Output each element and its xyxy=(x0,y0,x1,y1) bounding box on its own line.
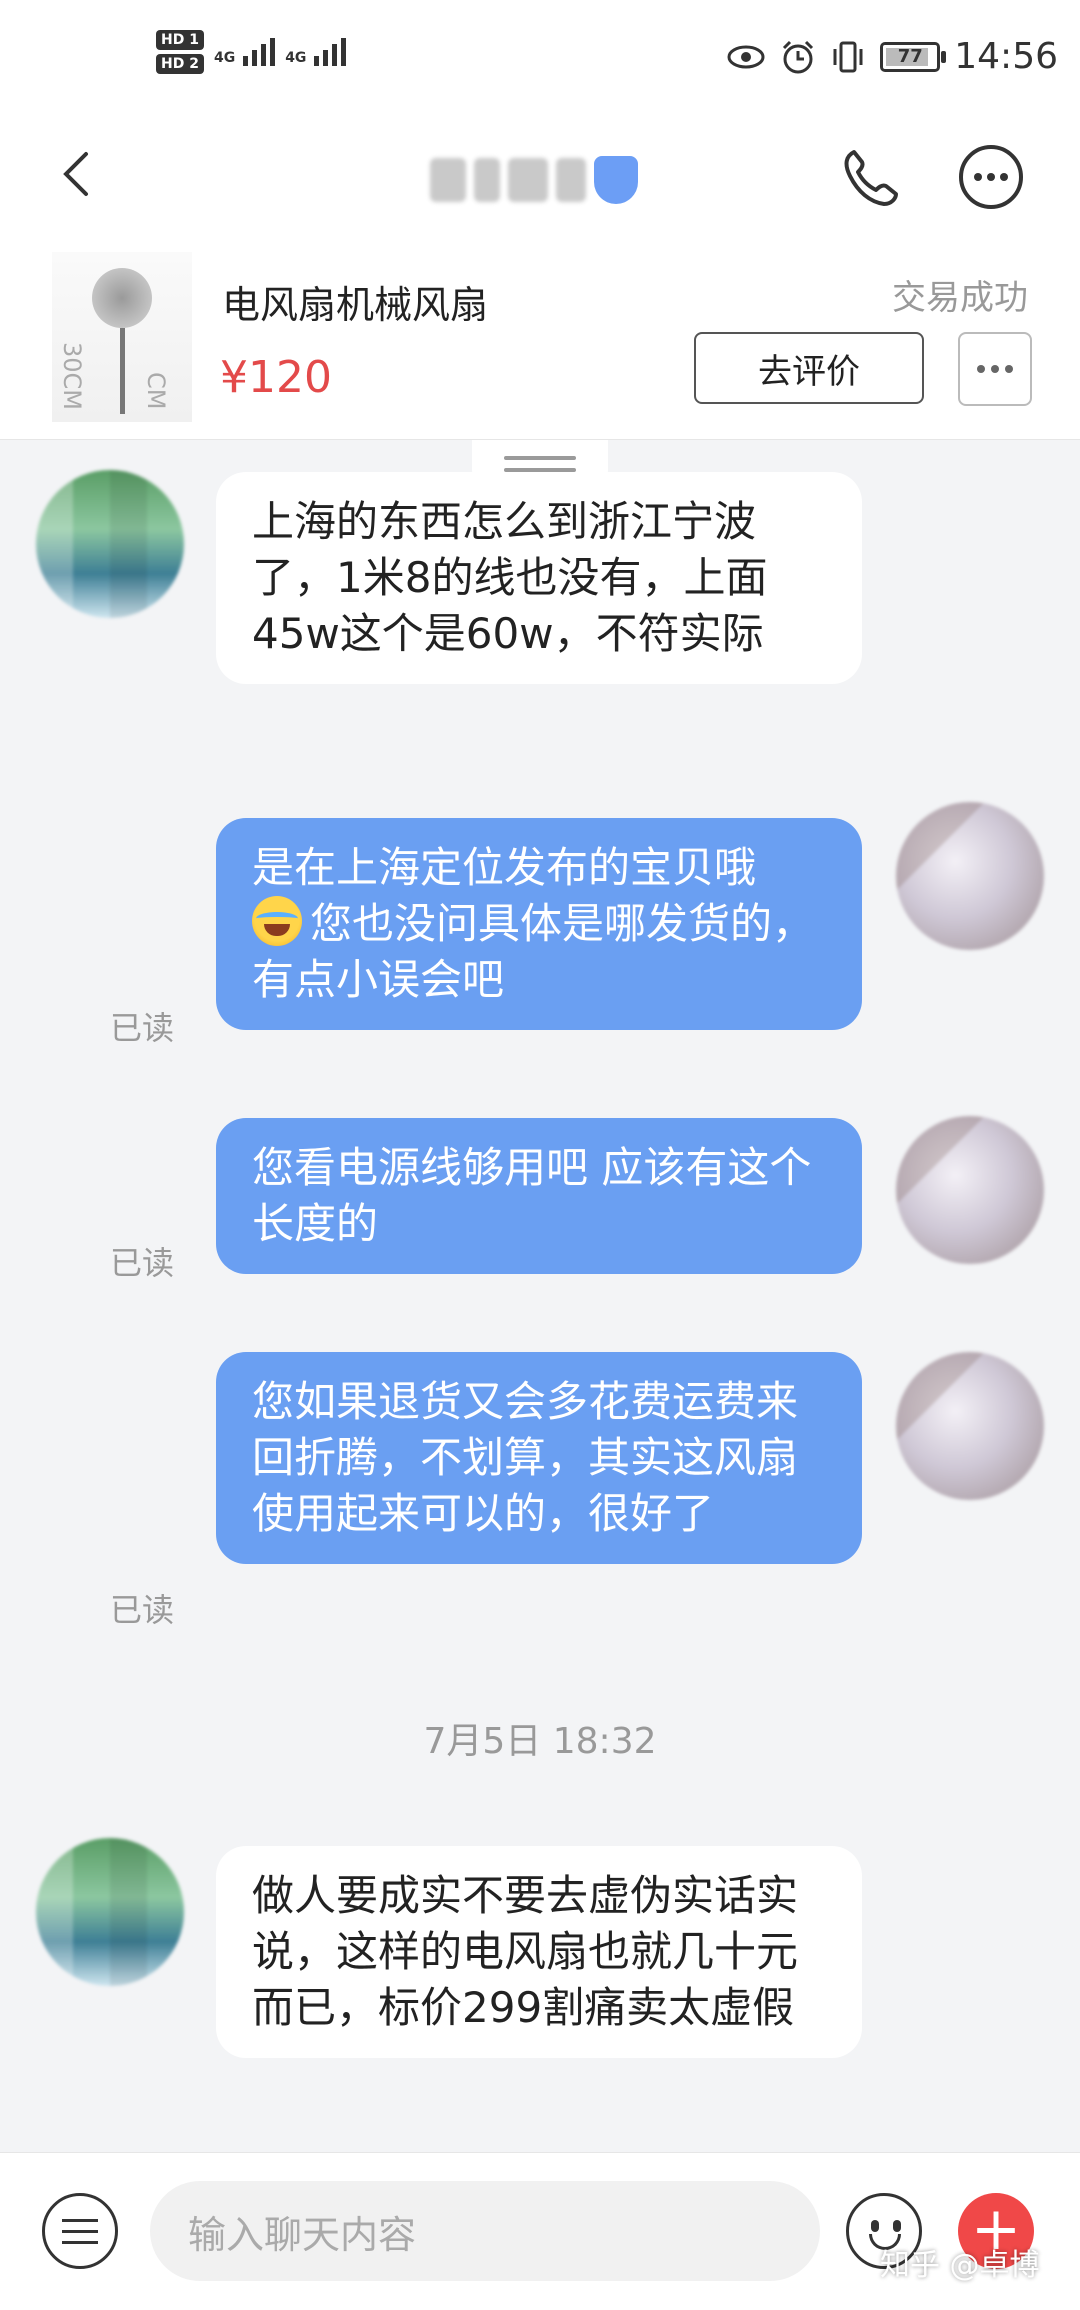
product-price: ¥120 xyxy=(220,352,332,403)
signal-label-2: 4G xyxy=(285,50,307,66)
read-receipt: 已读 xyxy=(110,1009,175,1047)
status-left: HD 1 HD 2 4G 4G xyxy=(156,30,347,74)
clock: 14:56 xyxy=(954,36,1058,77)
message-outgoing: 您看电源线够用吧 应该有这个长度的 xyxy=(216,1118,862,1274)
status-right: 77 14:56 xyxy=(726,36,1058,77)
fan-head xyxy=(92,268,152,328)
contact-name-blurred xyxy=(430,150,650,210)
verified-shield-icon xyxy=(594,156,638,204)
chat-header xyxy=(0,120,1080,240)
product-thumbnail[interactable]: 30CM CM xyxy=(52,252,192,422)
chat-input-bar: 输入聊天内容 + xyxy=(0,2152,1080,2310)
fan-pole xyxy=(120,328,125,414)
alarm-icon xyxy=(783,40,814,73)
back-arrow-icon[interactable] xyxy=(50,144,110,204)
seller-avatar[interactable] xyxy=(36,1838,184,1986)
message-text: 是在上海定位发布的宝贝哦 xyxy=(252,843,757,892)
product-more-button[interactable] xyxy=(958,332,1032,406)
read-receipt: 已读 xyxy=(110,1591,175,1629)
product-card[interactable]: 30CM CM 电风扇机械风扇 ¥120 交易成功 去评价 xyxy=(0,240,1080,440)
message-outgoing: 是在上海定位发布的宝贝哦您也没问具体是哪发货的，有点小误会吧 xyxy=(216,818,862,1030)
signal-label: 4G xyxy=(213,50,236,66)
my-avatar[interactable] xyxy=(896,802,1044,950)
menu-icon[interactable] xyxy=(42,2193,118,2269)
signal-icon: 4G xyxy=(213,38,276,66)
status-bar: HD 1 HD 2 4G 4G 77 14:56 xyxy=(0,0,1080,120)
thumb-label-right: CM xyxy=(142,372,170,410)
more-options-icon[interactable] xyxy=(956,142,1026,212)
my-avatar[interactable] xyxy=(896,1352,1044,1500)
laughing-emoji-icon xyxy=(252,896,302,946)
battery-level: 77 xyxy=(897,46,923,67)
trade-status: 交易成功 xyxy=(892,278,1028,318)
hd2-label: HD 2 xyxy=(156,54,204,74)
review-button[interactable]: 去评价 xyxy=(694,332,924,404)
message-text-cont: 您也没问具体是哪发货的，有点小误会吧 xyxy=(252,899,815,1004)
message-outgoing: 您如果退货又会多花费运费来回折腾，不划算，其实这风扇使用起来可以的，很好了 xyxy=(216,1352,862,1564)
thumb-label-left: 30CM xyxy=(58,342,86,411)
message-incoming: 做人要成实不要去虚伪实话实说，这样的电风扇也就几十元而已，标价299割痛卖太虚假 xyxy=(216,1846,862,2058)
product-title[interactable]: 电风扇机械风扇 xyxy=(222,274,488,329)
eye-icon xyxy=(727,45,765,68)
message-input[interactable]: 输入聊天内容 xyxy=(150,2181,820,2281)
hd1-label: HD 1 xyxy=(156,30,204,50)
message-incoming: 上海的东西怎么到浙江宁波了，1米8的线也没有，上面45w这个是60w，不符实际 xyxy=(216,472,862,684)
seller-avatar[interactable] xyxy=(36,470,184,618)
signal-icon-2: 4G xyxy=(285,38,347,66)
phone-call-icon[interactable] xyxy=(836,142,906,212)
watermark: 知乎 @卓博 xyxy=(880,2248,1040,2283)
vibrate-icon xyxy=(833,41,863,72)
message-timestamp: 7月5日 18:32 xyxy=(423,1721,657,1762)
hd-indicator: HD 1 HD 2 xyxy=(156,30,204,74)
my-avatar[interactable] xyxy=(896,1116,1044,1264)
read-receipt: 已读 xyxy=(110,1244,175,1282)
battery-icon: 77 xyxy=(880,41,947,72)
